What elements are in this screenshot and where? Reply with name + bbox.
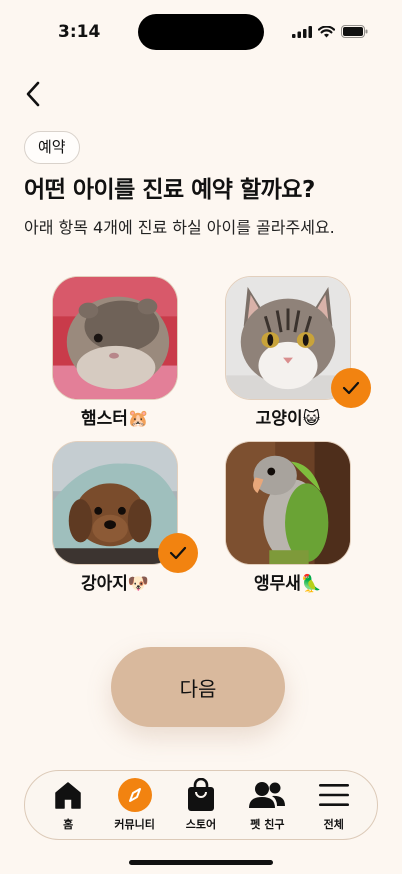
pet-card-dog[interactable]: 강아지🐶 [52, 441, 198, 594]
pet-name: 고양이😺 [255, 409, 321, 429]
hamster-photo [52, 276, 178, 400]
pet-card-parrot[interactable]: 앵무새🦜 [225, 441, 351, 594]
pet-card-hamster[interactable]: 햄스터🐹 [52, 276, 178, 429]
shopping-bag-icon [187, 778, 214, 811]
signal-icon [292, 25, 312, 38]
users-icon [249, 782, 286, 808]
checkmark-icon [342, 381, 360, 395]
status-icons [292, 25, 368, 38]
checkmark-icon [169, 546, 187, 560]
selected-check-badge [158, 533, 198, 573]
next-button[interactable]: 다음 [111, 647, 285, 727]
tab-label: 홈 [63, 818, 74, 831]
home-icon [55, 782, 81, 809]
chevron-left-icon [26, 81, 40, 107]
tab-pet-friends[interactable]: 펫 친구 [235, 778, 299, 832]
page-title: 어떤 아이를 진료 예약 할까요? [24, 177, 315, 203]
pet-name: 앵무새🦜 [253, 574, 323, 594]
tab-store[interactable]: 스토어 [169, 778, 233, 832]
pet-name: 햄스터🐹 [80, 409, 150, 429]
tab-label: 커뮤니티 [114, 818, 155, 831]
tab-label: 스토어 [185, 818, 217, 831]
home-indicator [129, 860, 273, 865]
category-chip: 예약 [24, 131, 80, 164]
parrot-photo [225, 441, 351, 565]
menu-icon [318, 784, 349, 806]
wifi-icon [318, 25, 335, 37]
tab-label: 펫 친구 [250, 818, 285, 831]
tab-label: 전체 [323, 818, 344, 831]
tab-all[interactable]: 전체 [302, 778, 366, 832]
status-bar: 3:14 [0, 0, 402, 60]
bottom-tab-bar: 홈 커뮤니티 스토어 펫 친구 전체 [24, 770, 378, 840]
page-subtitle: 아래 항목 4개에 진료 하실 아이를 골라주세요. [24, 218, 335, 237]
tab-home[interactable]: 홈 [36, 778, 100, 832]
dynamic-island [138, 14, 264, 50]
status-time: 3:14 [58, 22, 101, 42]
pet-name: 강아지🐶 [80, 574, 150, 594]
pet-card-cat[interactable]: 고양이😺 [225, 276, 371, 429]
battery-icon [341, 25, 368, 38]
compass-icon [117, 778, 152, 812]
tab-community[interactable]: 커뮤니티 [103, 778, 167, 832]
back-button[interactable] [18, 78, 48, 110]
selected-check-badge [331, 368, 371, 408]
